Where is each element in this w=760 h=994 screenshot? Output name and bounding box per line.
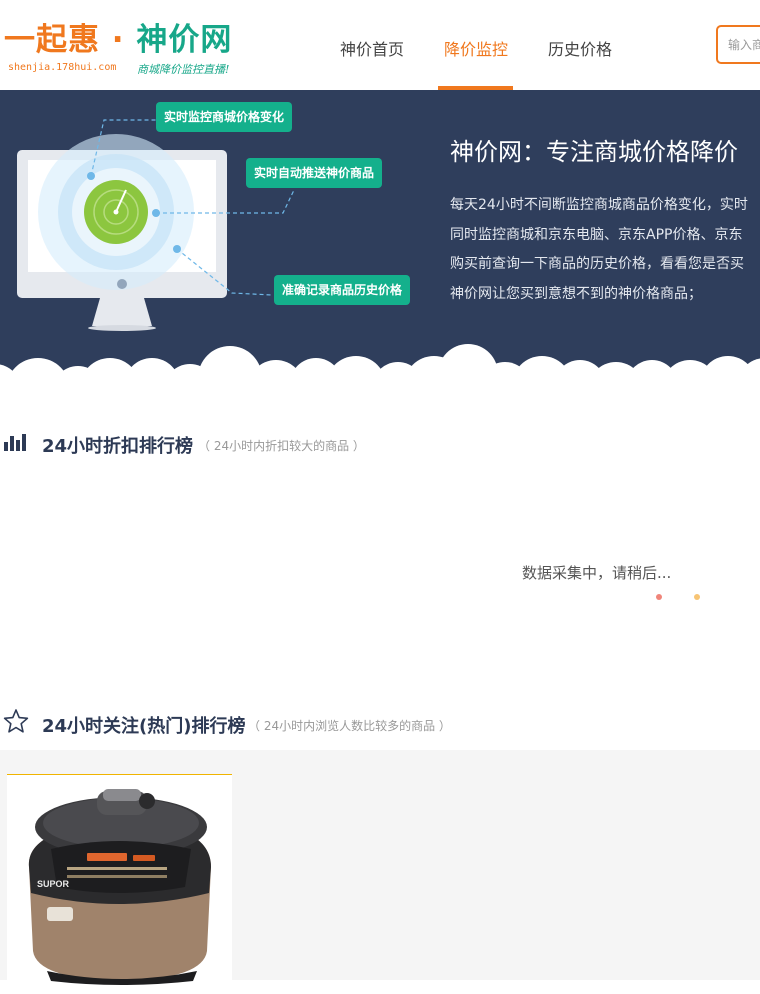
loading-dot	[656, 594, 662, 600]
logo-part-2: 神价网	[136, 22, 233, 58]
banner-line: 同时监控商城和京东电脑、京东APP价格、京东	[450, 226, 743, 243]
tag-push: 实时自动推送神价商品	[246, 158, 383, 188]
product-brand: SUPOR	[37, 879, 70, 889]
monitor-stand	[92, 298, 152, 326]
nav-home[interactable]: 神价首页	[340, 36, 404, 60]
hot-rank-title: 24小时关注(热门)排行榜	[42, 716, 246, 737]
search-input[interactable]	[718, 27, 760, 62]
tag-history: 准确记录商品历史价格	[274, 275, 411, 305]
loading-message: 数据采集中，请稍后...	[522, 564, 672, 582]
banner-line: 神价网让您买到意想不到的神价格商品；	[450, 285, 702, 302]
banner-description: 每天24小时不间断监控商城商品价格变化，实时 同时监控商城和京东电脑、京东APP…	[450, 194, 748, 312]
discount-rank-title: 24小时折扣排行榜	[42, 436, 194, 457]
discount-rank-subtitle: （ 24小时内折扣较大的商品 ）	[198, 439, 365, 453]
nav-price-history[interactable]: 历史价格	[548, 36, 612, 60]
tag-monitor: 实时监控商城价格变化	[156, 102, 293, 132]
cloud-decoration	[0, 344, 760, 390]
banner-title: 神价网：专注商城价格降价	[450, 138, 738, 166]
banner-line: 每天24小时不间断监控商城商品价格变化，实时	[450, 197, 748, 213]
loading-dot	[694, 594, 700, 600]
logo-part-1: 一起惠	[4, 22, 100, 58]
logo[interactable]: 一起惠 · 神价网	[4, 14, 232, 59]
logo-url: shenjia.178hui.com	[8, 62, 117, 73]
logo-slogan: 商城降价监控直播!	[137, 63, 230, 76]
bar-chart-icon	[4, 434, 26, 451]
hot-rank-subtitle: （ 24小时内浏览人数比较多的商品 ）	[248, 719, 451, 733]
nav-price-monitor[interactable]: 降价监控	[444, 36, 508, 60]
banner-line: 购买前查询一下商品的历史价格，看看您是否买	[450, 256, 744, 272]
site-header: 一起惠 · 神价网 shenjia.178hui.com 商城降价监控直播! 神…	[0, 0, 760, 90]
hot-rank-header: 24小时关注(热门)排行榜 （ 24小时内浏览人数比较多的商品 ）	[0, 704, 760, 744]
hero-banner: 实时监控商城价格变化 实时自动推送神价商品 准确记录商品历史价格 神价网：专注商…	[0, 90, 760, 390]
product-card[interactable]: SUPOR	[7, 774, 232, 994]
star-icon	[3, 709, 29, 733]
product-image[interactable]: SUPOR	[7, 775, 232, 985]
monitor-base	[88, 325, 156, 331]
search-box	[716, 25, 760, 64]
logo-dot: ·	[111, 22, 125, 58]
discount-rank-header: 24小时折扣排行榜 （ 24小时内折扣较大的商品 ）	[0, 424, 760, 464]
